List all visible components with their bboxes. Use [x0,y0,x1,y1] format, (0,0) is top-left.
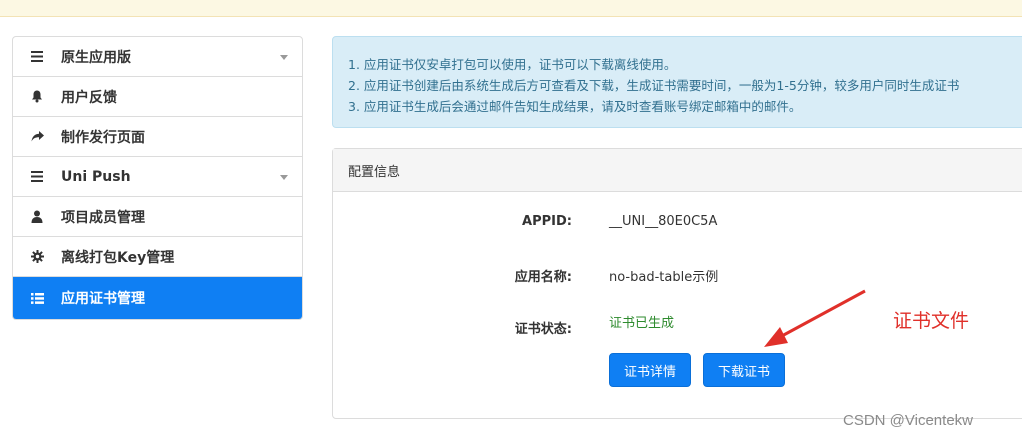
sidebar-item-label: 原生应用版 [61,49,131,66]
sidebar-item-offline-key[interactable]: 离线打包Key管理 [13,237,302,277]
watermark: CSDN @Vicentekw [843,412,973,429]
cert-status-value: 证书已生成 [609,316,675,331]
notice-line: 1. 应用证书仅安卓打包可以使用，证书可以下载离线使用。 [348,57,677,72]
sidebar-item-label: 应用证书管理 [61,291,145,307]
gear-icon [13,250,61,263]
sidebar-item-uni-push[interactable]: Uni Push [13,157,302,197]
user-icon [13,210,61,223]
bars-icon [13,51,61,62]
appid-value: __UNI__80E0C5A [609,214,718,229]
notice-line: 3. 应用证书生成后会通过邮件告知生成结果，请及时查看账号绑定邮箱中的邮件。 [348,99,802,114]
share-arrow-icon [13,131,61,142]
info-notice: 1. 应用证书仅安卓打包可以使用，证书可以下载离线使用。 2. 应用证书创建后由… [332,36,1022,128]
annotation-text: 证书文件 [893,310,970,332]
sidebar-item-native-app[interactable]: 原生应用版 [13,37,302,77]
sidebar-item-release-page[interactable]: 制作发行页面 [13,117,302,157]
cert-detail-button[interactable]: 证书详情 [609,353,691,387]
sidebar-item-label: Uni Push [61,168,131,185]
sidebar-item-label: 制作发行页面 [61,129,145,146]
appid-label: APPID: [522,214,572,229]
top-warning-bar [0,0,1022,17]
app-name-value: no-bad-table示例 [609,270,719,285]
list-icon [13,292,61,304]
notice-line: 2. 应用证书创建后由系统生成后方可查看及下载，生成证书需要时间，一般为1-5分… [348,78,960,93]
panel-title: 配置信息 [333,149,1022,192]
sidebar-item-label: 用户反馈 [61,89,117,106]
sidebar-item-label: 离线打包Key管理 [61,249,175,266]
sidebar-item-members[interactable]: 项目成员管理 [13,197,302,237]
cert-status-label: 证书状态: [514,322,572,337]
sidebar-item-app-certificate[interactable]: 应用证书管理 [13,277,302,319]
sidebar-item-feedback[interactable]: 用户反馈 [13,77,302,117]
sidebar-nav: 原生应用版 用户反馈 制作发行页面 Uni Push 项目成员管理 离线打包Ke… [12,36,303,320]
bell-icon [13,90,61,103]
caret-down-icon [280,175,288,180]
app-name-label: 应用名称: [514,270,572,285]
download-cert-button[interactable]: 下载证书 [703,353,785,387]
sidebar-item-label: 项目成员管理 [61,209,145,226]
caret-down-icon [280,55,288,60]
bars-icon [13,171,61,182]
